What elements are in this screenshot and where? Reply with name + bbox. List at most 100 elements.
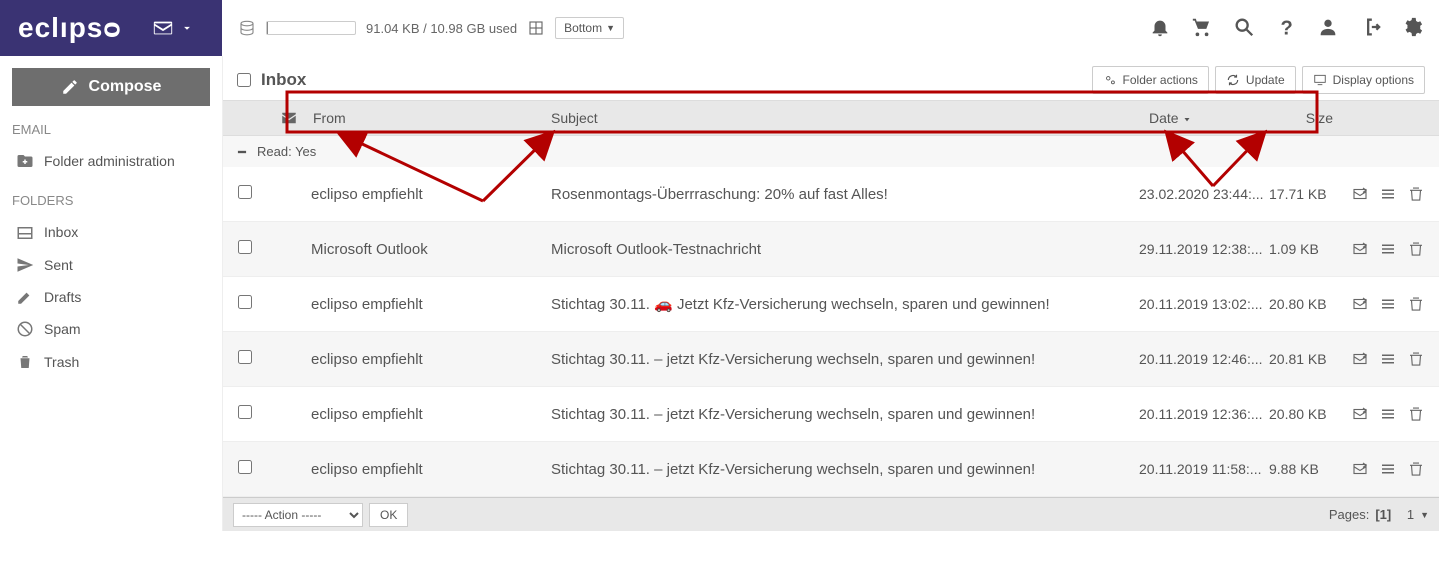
page-count[interactable]: 1 <box>1407 507 1414 522</box>
row-checkbox[interactable] <box>238 185 252 199</box>
footer-bar: ----- Action ----- OK Pages: [1] 1 ▼ <box>223 497 1439 531</box>
inbox-action-icon[interactable] <box>1351 295 1369 313</box>
refresh-icon <box>1226 73 1240 87</box>
brand-bar: eclıpsᴑ <box>0 0 222 56</box>
mail-row[interactable]: eclipso empfiehlt Stichtag 30.11. – jetz… <box>223 442 1439 497</box>
row-date: 20.11.2019 12:36:... <box>1139 406 1269 422</box>
database-icon <box>238 19 256 37</box>
row-subject: Stichtag 30.11. – jetzt Kfz-Versicherung… <box>551 351 1139 368</box>
sidebar-item-inbox[interactable]: Inbox <box>12 216 210 248</box>
row-subject: Stichtag 30.11. – jetzt Kfz-Versicherung… <box>551 406 1139 423</box>
bell-icon[interactable] <box>1149 16 1171 41</box>
column-from[interactable]: From <box>311 110 551 126</box>
menu-icon[interactable] <box>1379 240 1397 258</box>
logout-icon[interactable] <box>1359 16 1381 41</box>
folder-actions-button[interactable]: Folder actions <box>1092 66 1209 94</box>
menu-icon[interactable] <box>1379 350 1397 368</box>
row-checkbox[interactable] <box>238 460 252 474</box>
ok-button[interactable]: OK <box>369 503 408 527</box>
delete-icon[interactable] <box>1407 185 1425 203</box>
inbox-action-icon[interactable] <box>1351 405 1369 423</box>
compose-label: Compose <box>89 78 162 96</box>
column-subject[interactable]: Subject <box>551 110 1149 126</box>
row-subject: Stichtag 30.11. – jetzt Kfz-Versicherung… <box>551 461 1139 478</box>
row-from: eclipso empfiehlt <box>311 406 551 423</box>
menu-icon[interactable] <box>1379 185 1397 203</box>
sent-icon <box>16 256 34 274</box>
row-checkbox[interactable] <box>238 405 252 419</box>
envelope-column-icon[interactable] <box>267 109 311 127</box>
column-size[interactable]: Size <box>1279 110 1339 126</box>
envelope-icon <box>152 17 174 39</box>
compose-button[interactable]: Compose <box>12 68 210 106</box>
sidebar-item-sent[interactable]: Sent <box>12 249 210 281</box>
delete-icon[interactable] <box>1407 350 1425 368</box>
mail-row[interactable]: Microsoft Outlook Microsoft Outlook-Test… <box>223 222 1439 277</box>
row-checkbox[interactable] <box>238 350 252 364</box>
row-actions <box>1339 350 1439 368</box>
row-size: 9.88 KB <box>1269 461 1339 477</box>
delete-icon[interactable] <box>1407 295 1425 313</box>
sidebar-item-spam[interactable]: Spam <box>12 313 210 345</box>
help-icon[interactable]: ? <box>1275 16 1297 41</box>
mail-row[interactable]: eclipso empfiehlt Stichtag 30.11. – jetz… <box>223 387 1439 442</box>
row-actions <box>1339 240 1439 258</box>
mail-row[interactable]: eclipso empfiehlt Rosenmontags-Überrrasc… <box>223 167 1439 222</box>
row-actions <box>1339 405 1439 423</box>
group-header[interactable]: Read: Yes <box>223 136 1439 167</box>
column-date[interactable]: Date <box>1149 110 1279 126</box>
current-page: [1] <box>1375 507 1391 522</box>
storage-text: 91.04 KB / 10.98 GB used <box>366 21 517 36</box>
inbox-action-icon[interactable] <box>1351 185 1369 203</box>
sidebar-item-trash[interactable]: Trash <box>12 345 210 377</box>
inbox-icon <box>16 223 34 241</box>
mail-row[interactable]: eclipso empfiehlt Stichtag 30.11. – jetz… <box>223 332 1439 387</box>
bulk-action-select[interactable]: ----- Action ----- <box>233 503 363 527</box>
gear-icon[interactable] <box>1401 16 1423 41</box>
menu-icon[interactable] <box>1379 405 1397 423</box>
menu-icon[interactable] <box>1379 460 1397 478</box>
folder-admin-link[interactable]: Folder administration <box>12 145 210 177</box>
column-header-row: From Subject Date Size <box>223 100 1439 136</box>
menu-icon[interactable] <box>1379 295 1397 313</box>
row-date: 20.11.2019 11:58:... <box>1139 461 1269 477</box>
search-icon[interactable] <box>1233 16 1255 41</box>
cogs-icon <box>1103 73 1117 87</box>
nav-email-label: EMAIL <box>12 122 210 137</box>
layout-grid-icon[interactable] <box>527 19 545 37</box>
page-dropdown-icon[interactable]: ▼ <box>1420 510 1429 520</box>
mail-row[interactable]: eclipso empfiehlt Stichtag 30.11. 🚗 Jetz… <box>223 277 1439 332</box>
sidebar: Compose EMAIL Folder administration FOLD… <box>0 56 222 531</box>
display-options-button[interactable]: Display options <box>1302 66 1425 94</box>
chevron-down-icon <box>180 21 194 35</box>
row-actions <box>1339 295 1439 313</box>
header-toolbar: 91.04 KB / 10.98 GB used Bottom ▼ ? <box>222 0 1439 56</box>
mail-menu[interactable] <box>152 17 194 39</box>
delete-icon[interactable] <box>1407 240 1425 258</box>
delete-icon[interactable] <box>1407 460 1425 478</box>
folder-plus-icon <box>16 152 34 170</box>
spam-icon <box>16 320 34 338</box>
row-from: eclipso empfiehlt <box>311 296 551 313</box>
cart-icon[interactable] <box>1191 16 1213 41</box>
brand-logo: eclıpsᴑ <box>18 12 122 44</box>
inbox-action-icon[interactable] <box>1351 460 1369 478</box>
row-checkbox[interactable] <box>238 240 252 254</box>
delete-icon[interactable] <box>1407 405 1425 423</box>
user-icon[interactable] <box>1317 16 1339 41</box>
sidebar-item-label: Sent <box>44 257 73 273</box>
update-button[interactable]: Update <box>1215 66 1296 94</box>
drafts-icon <box>16 288 34 306</box>
svg-text:?: ? <box>1281 17 1293 38</box>
select-all-checkbox[interactable] <box>237 73 251 87</box>
sidebar-item-drafts[interactable]: Drafts <box>12 281 210 313</box>
group-label: Read: Yes <box>257 144 316 159</box>
inbox-action-icon[interactable] <box>1351 350 1369 368</box>
inbox-action-icon[interactable] <box>1351 240 1369 258</box>
row-date: 20.11.2019 13:02:... <box>1139 296 1269 312</box>
row-checkbox[interactable] <box>238 295 252 309</box>
layout-dropdown[interactable]: Bottom ▼ <box>555 17 624 39</box>
row-subject: Stichtag 30.11. 🚗 Jetzt Kfz-Versicherung… <box>551 295 1139 313</box>
row-date: 29.11.2019 12:38:... <box>1139 241 1269 257</box>
sort-desc-icon <box>1182 113 1192 123</box>
